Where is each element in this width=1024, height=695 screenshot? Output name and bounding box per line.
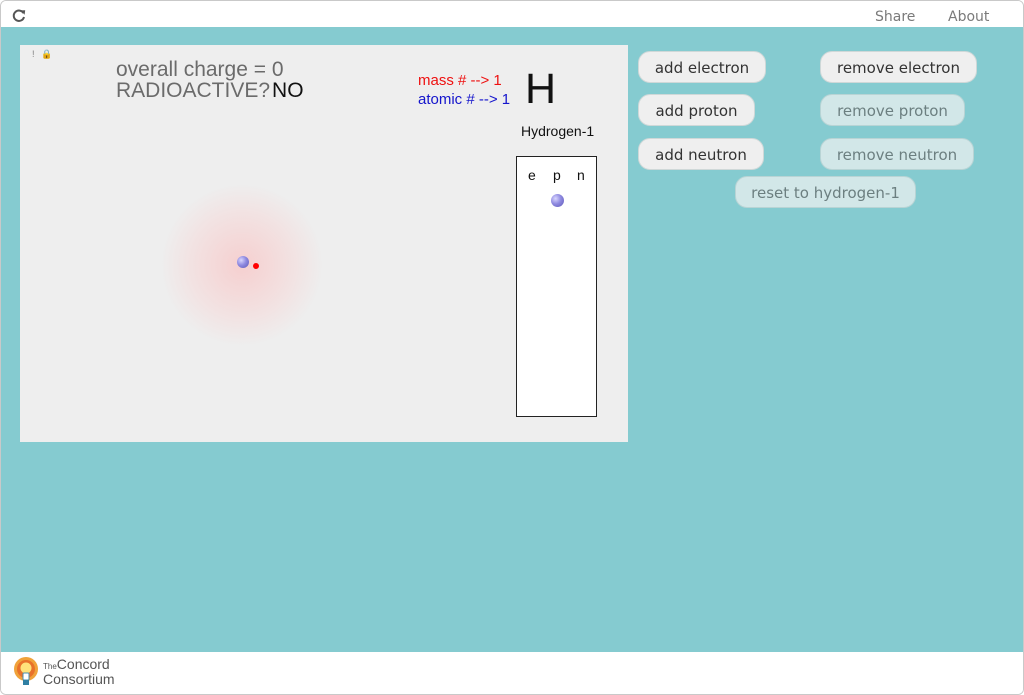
share-link[interactable]: Share <box>875 9 915 25</box>
concord-logo-text[interactable]: TheConcord Consortium <box>43 656 115 687</box>
atomic-number-text: atomic # --> 1 <box>418 91 511 108</box>
proton-count-marker <box>551 194 564 207</box>
radioactive-value: NO <box>272 79 304 102</box>
add-electron-button[interactable]: add electron <box>638 51 766 83</box>
logo-concord: Concord <box>56 656 110 672</box>
element-symbol: H <box>525 65 557 113</box>
overall-charge-text: overall charge = 0 <box>116 58 284 81</box>
isotope-name: Hydrogen-1 <box>521 123 595 139</box>
radioactive-label: RADIOACTIVE? <box>116 79 271 102</box>
electron-particle[interactable] <box>253 263 259 269</box>
lock-icon[interactable]: 🔒 <box>41 49 54 59</box>
logo-consortium: Consortium <box>43 671 115 687</box>
reset-button[interactable]: reset to hydrogen-1 <box>735 176 916 208</box>
main-content: ! 🔒 overall charge = 0 RADIOACTIVE?NO ma… <box>1 27 1023 652</box>
remove-neutron-button[interactable]: remove neutron <box>820 138 974 170</box>
electron-column-header: e <box>528 167 536 183</box>
info-icon[interactable]: ! <box>32 49 37 59</box>
particle-count-box: e p n <box>516 156 597 417</box>
remove-proton-button[interactable]: remove proton <box>820 94 965 126</box>
neutron-column-header: n <box>577 167 585 183</box>
mass-number-text: mass # --> 1 <box>418 72 502 89</box>
simulation-panel: ! 🔒 overall charge = 0 RADIOACTIVE?NO ma… <box>20 45 628 442</box>
concord-logo-icon[interactable] <box>11 655 41 689</box>
about-link[interactable]: About <box>948 9 989 25</box>
radioactive-status: RADIOACTIVE?NO <box>116 80 304 102</box>
footer: TheConcord Consortium <box>1 652 1023 694</box>
remove-electron-button[interactable]: remove electron <box>820 51 977 83</box>
nucleus-proton[interactable] <box>237 256 249 268</box>
app-window: Share About ! 🔒 overall charge = 0 RADIO… <box>0 0 1024 695</box>
add-neutron-button[interactable]: add neutron <box>638 138 764 170</box>
panel-icons: ! 🔒 <box>32 49 54 60</box>
proton-column-header: p <box>553 167 561 183</box>
reload-icon[interactable] <box>12 9 26 23</box>
add-proton-button[interactable]: add proton <box>638 94 755 126</box>
logo-the: The <box>43 662 57 671</box>
top-bar: Share About <box>1 1 1023 27</box>
